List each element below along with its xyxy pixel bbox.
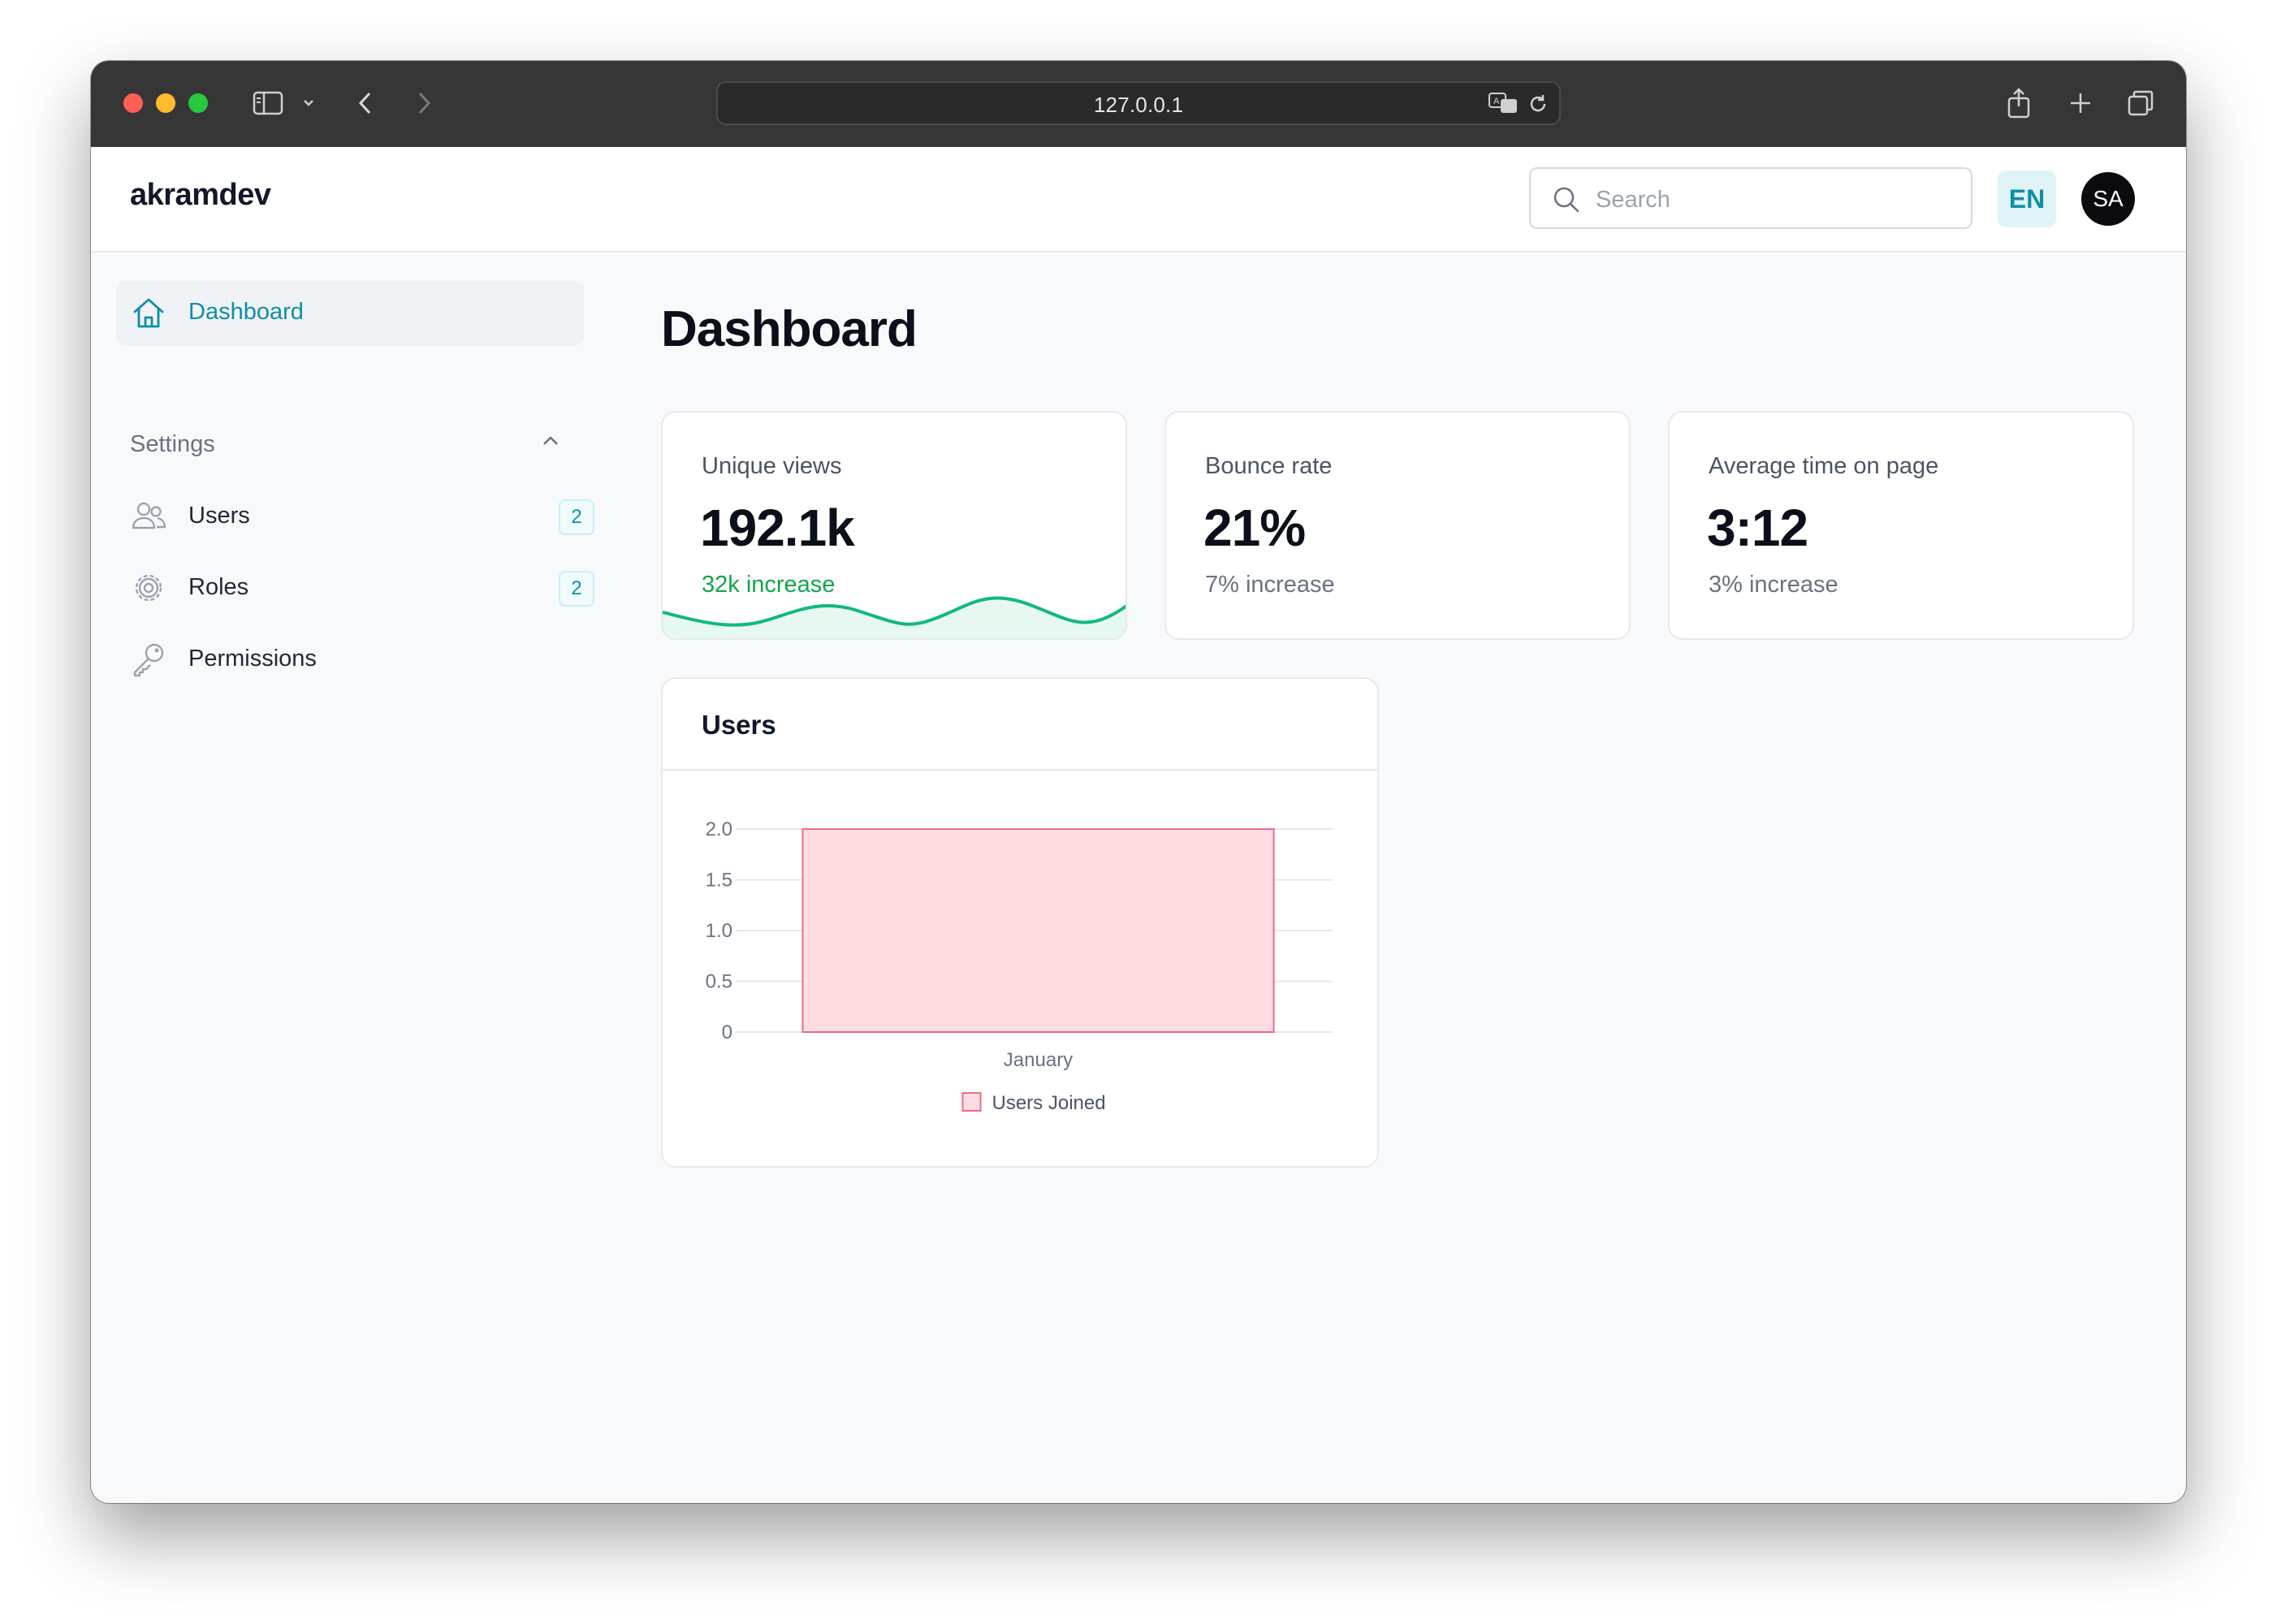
card-header: Users xyxy=(663,679,1377,771)
home-icon xyxy=(131,296,166,335)
back-icon[interactable] xyxy=(349,85,382,121)
forward-icon[interactable] xyxy=(408,85,440,121)
tab-overview-icon[interactable] xyxy=(2124,85,2157,121)
sidebar-item-label: Users xyxy=(188,503,250,529)
svg-text:A: A xyxy=(1493,97,1500,106)
y-tick-label: 1.5 xyxy=(706,870,732,892)
sparkline xyxy=(663,596,1126,638)
stat-card-average-time: Average time on page 3:12 3% increase xyxy=(1668,411,2134,640)
browser-toolbar: 127.0.0.1 A xyxy=(91,61,2186,148)
translate-icon[interactable]: A xyxy=(1488,91,1520,119)
sidebar-item-label: Roles xyxy=(188,574,249,600)
sidebar-item-users[interactable]: Users 2 xyxy=(116,488,594,545)
new-tab-icon[interactable] xyxy=(2064,85,2097,121)
stat-delta: 7% increase xyxy=(1205,572,1335,598)
sidebar: Dashboard Settings Users 2 Roles 2 Permi… xyxy=(91,253,594,1503)
reload-icon[interactable] xyxy=(1527,93,1549,119)
browser-window: 127.0.0.1 A akramdev Search EN SA Dashbo… xyxy=(91,61,2186,1503)
address-bar[interactable]: 127.0.0.1 A xyxy=(716,81,1561,125)
sidebar-item-label: Permissions xyxy=(188,646,317,672)
y-tick-label: 2.0 xyxy=(706,818,732,840)
x-tick-label: January xyxy=(1004,1049,1073,1071)
users-bar-chart: 2.0 1.5 1.0 0.5 0 January Users Joined xyxy=(706,818,1333,1114)
share-icon[interactable] xyxy=(2003,85,2035,121)
count-badge: 2 xyxy=(559,571,594,607)
search-input[interactable]: Search xyxy=(1529,167,1972,229)
sidebar-item-roles[interactable]: Roles 2 xyxy=(116,559,594,616)
language-switcher[interactable]: EN xyxy=(1998,171,2056,227)
count-badge: 2 xyxy=(559,499,594,535)
url-text: 127.0.0.1 xyxy=(1093,93,1184,117)
brand-logo[interactable]: akramdev xyxy=(130,178,271,213)
y-tick-label: 1.0 xyxy=(706,920,732,942)
stat-delta: 3% increase xyxy=(1709,572,1838,598)
minimize-window-button[interactable] xyxy=(156,93,175,113)
chevron-up-icon[interactable] xyxy=(541,433,560,453)
avatar[interactable]: SA xyxy=(2081,172,2135,226)
bar xyxy=(801,828,1275,1033)
close-window-button[interactable] xyxy=(123,93,143,113)
stat-value: 21% xyxy=(1203,499,1306,557)
settings-section-title[interactable]: Settings xyxy=(130,431,215,458)
card-title: Users xyxy=(702,710,776,740)
sidebar-item-label: Dashboard xyxy=(188,299,304,325)
legend-label: Users Joined xyxy=(992,1092,1106,1114)
stat-title: Bounce rate xyxy=(1205,453,1333,479)
sidebar-item-dashboard[interactable]: Dashboard xyxy=(116,281,584,346)
search-placeholder: Search xyxy=(1596,187,1670,213)
stat-title: Unique views xyxy=(702,453,842,479)
stat-value: 3:12 xyxy=(1707,499,1808,557)
zoom-window-button[interactable] xyxy=(188,93,208,113)
y-tick-label: 0.5 xyxy=(706,971,732,993)
app-header: akramdev Search EN SA xyxy=(91,147,2186,253)
page-title: Dashboard xyxy=(661,301,918,357)
users-icon xyxy=(131,499,166,538)
stat-card-unique-views: Unique views 192.1k 32k increase xyxy=(661,411,1127,640)
sidebar-item-permissions[interactable]: Permissions xyxy=(116,631,584,688)
legend-swatch xyxy=(961,1092,982,1112)
chevron-down-icon[interactable] xyxy=(299,85,318,121)
y-tick-label: 0 xyxy=(722,1021,732,1043)
users-chart-card: Users 2.0 1.5 1.0 0.5 0 January Users Joined xyxy=(661,677,1379,1168)
sidebar-toggle-icon[interactable] xyxy=(248,85,287,121)
gear-icon xyxy=(131,570,166,610)
stat-card-bounce-rate: Bounce rate 21% 7% increase xyxy=(1164,411,1631,640)
search-icon xyxy=(1552,185,1581,218)
stat-title: Average time on page xyxy=(1709,453,1939,479)
key-icon xyxy=(131,641,166,681)
stat-value: 192.1k xyxy=(700,499,855,557)
